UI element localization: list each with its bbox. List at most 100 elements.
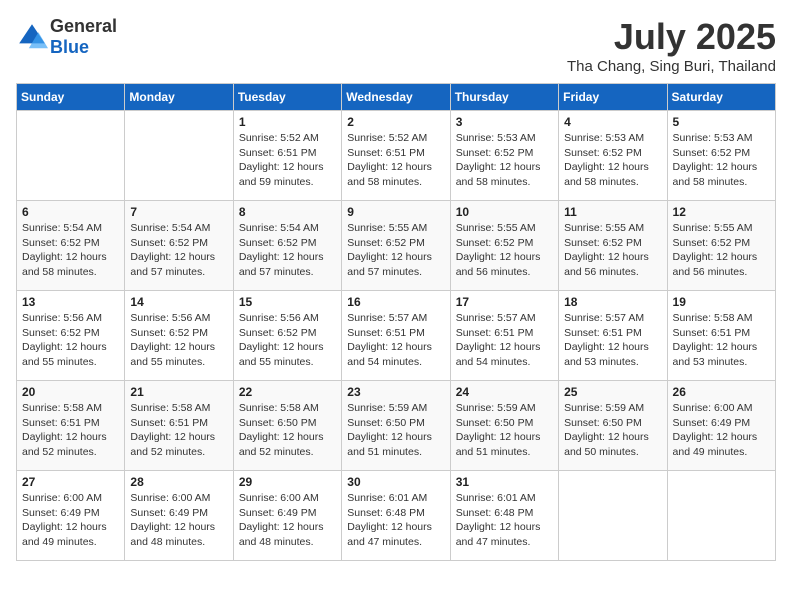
logo-text-blue: Blue [50, 37, 89, 57]
day-detail: Sunrise: 6:01 AMSunset: 6:48 PMDaylight:… [347, 491, 444, 550]
day-header-sunday: Sunday [17, 84, 125, 111]
day-number: 4 [564, 115, 661, 129]
day-header-wednesday: Wednesday [342, 84, 450, 111]
day-number: 13 [22, 295, 119, 309]
day-detail: Sunrise: 5:55 AMSunset: 6:52 PMDaylight:… [347, 221, 444, 280]
calendar-cell: 9 Sunrise: 5:55 AMSunset: 6:52 PMDaylight… [342, 201, 450, 291]
day-detail: Sunrise: 6:01 AMSunset: 6:48 PMDaylight:… [456, 491, 553, 550]
calendar-week-3: 13 Sunrise: 5:56 AMSunset: 6:52 PMDayligh… [17, 291, 776, 381]
calendar-cell: 4 Sunrise: 5:53 AMSunset: 6:52 PMDaylight… [559, 111, 667, 201]
day-number: 17 [456, 295, 553, 309]
calendar-header-row: SundayMondayTuesdayWednesdayThursdayFrid… [17, 84, 776, 111]
calendar-cell: 6 Sunrise: 5:54 AMSunset: 6:52 PMDaylight… [17, 201, 125, 291]
calendar-cell: 8Sunrise: 5:54 AMSunset: 6:52 PMDaylight… [233, 201, 341, 291]
day-number: 26 [673, 385, 770, 399]
day-detail: Sunrise: 6:00 AMSunset: 6:49 PMDaylight:… [130, 491, 227, 550]
day-number: 31 [456, 475, 553, 489]
day-number: 8 [239, 205, 336, 219]
day-detail: Sunrise: 5:58 AMSunset: 6:51 PMDaylight:… [130, 401, 227, 460]
calendar-cell [559, 471, 667, 561]
calendar-week-4: 20 Sunrise: 5:58 AMSunset: 6:51 PMDayligh… [17, 381, 776, 471]
day-detail: Sunrise: 5:58 AMSunset: 6:51 PMDaylight:… [673, 311, 770, 370]
day-number: 16 [347, 295, 444, 309]
day-detail: Sunrise: 6:00 AMSunset: 6:49 PMDaylight:… [22, 491, 119, 550]
day-number: 21 [130, 385, 227, 399]
day-number: 15 [239, 295, 336, 309]
day-number: 9 [347, 205, 444, 219]
day-header-monday: Monday [125, 84, 233, 111]
day-detail: Sunrise: 6:00 AMSunset: 6:49 PMDaylight:… [673, 401, 770, 460]
calendar-table: SundayMondayTuesdayWednesdayThursdayFrid… [16, 83, 776, 561]
calendar-cell: 21 Sunrise: 5:58 AMSunset: 6:51 PMDayligh… [125, 381, 233, 471]
day-number: 2 [347, 115, 444, 129]
day-number: 1 [239, 115, 336, 129]
calendar-cell: 15 Sunrise: 5:56 AMSunset: 6:52 PMDayligh… [233, 291, 341, 381]
calendar-cell: 13 Sunrise: 5:56 AMSunset: 6:52 PMDayligh… [17, 291, 125, 381]
calendar-cell [17, 111, 125, 201]
day-header-saturday: Saturday [667, 84, 775, 111]
day-detail: Sunrise: 5:53 AMSunset: 6:52 PMDaylight:… [456, 131, 553, 190]
day-detail: Sunrise: 5:54 AMSunset: 6:52 PMDaylight:… [22, 221, 119, 280]
day-detail: Sunrise: 5:57 AMSunset: 6:51 PMDaylight:… [347, 311, 444, 370]
calendar-cell: 27 Sunrise: 6:00 AMSunset: 6:49 PMDayligh… [17, 471, 125, 561]
day-detail: Sunrise: 5:58 AMSunset: 6:51 PMDaylight:… [22, 401, 119, 460]
day-detail: Sunrise: 6:00 AMSunset: 6:49 PMDaylight:… [239, 491, 336, 550]
day-number: 18 [564, 295, 661, 309]
calendar-cell: 12Sunrise: 5:55 AMSunset: 6:52 PMDayligh… [667, 201, 775, 291]
logo: General Blue [16, 16, 117, 58]
day-number: 23 [347, 385, 444, 399]
day-number: 11 [564, 205, 661, 219]
calendar-cell: 7Sunrise: 5:54 AMSunset: 6:52 PMDaylight… [125, 201, 233, 291]
day-number: 5 [673, 115, 770, 129]
day-detail: Sunrise: 5:59 AMSunset: 6:50 PMDaylight:… [347, 401, 444, 460]
calendar-cell: 14 Sunrise: 5:56 AMSunset: 6:52 PMDayligh… [125, 291, 233, 381]
day-header-friday: Friday [559, 84, 667, 111]
main-title: July 2025 [567, 16, 776, 58]
day-detail: Sunrise: 5:57 AMSunset: 6:51 PMDaylight:… [456, 311, 553, 370]
calendar-cell: 25Sunrise: 5:59 AMSunset: 6:50 PMDayligh… [559, 381, 667, 471]
calendar-cell: 20 Sunrise: 5:58 AMSunset: 6:51 PMDayligh… [17, 381, 125, 471]
day-detail: Sunrise: 5:58 AMSunset: 6:50 PMDaylight:… [239, 401, 336, 460]
day-detail: Sunrise: 5:55 AMSunset: 6:52 PMDaylight:… [456, 221, 553, 280]
calendar-cell: 19 Sunrise: 5:58 AMSunset: 6:51 PMDayligh… [667, 291, 775, 381]
calendar-cell: 30Sunrise: 6:01 AMSunset: 6:48 PMDayligh… [342, 471, 450, 561]
calendar-cell [667, 471, 775, 561]
day-number: 19 [673, 295, 770, 309]
day-number: 7 [130, 205, 227, 219]
logo-text-general: General [50, 16, 117, 36]
day-detail: Sunrise: 5:56 AMSunset: 6:52 PMDaylight:… [22, 311, 119, 370]
day-number: 25 [564, 385, 661, 399]
day-number: 14 [130, 295, 227, 309]
sub-title: Tha Chang, Sing Buri, Thailand [567, 58, 776, 75]
calendar-cell: 1 Sunrise: 5:52 AMSunset: 6:51 PMDaylight… [233, 111, 341, 201]
day-header-tuesday: Tuesday [233, 84, 341, 111]
day-detail: Sunrise: 5:53 AMSunset: 6:52 PMDaylight:… [673, 131, 770, 190]
calendar-cell: 2Sunrise: 5:52 AMSunset: 6:51 PMDaylight… [342, 111, 450, 201]
day-detail: Sunrise: 5:56 AMSunset: 6:52 PMDaylight:… [130, 311, 227, 370]
calendar-week-5: 27 Sunrise: 6:00 AMSunset: 6:49 PMDayligh… [17, 471, 776, 561]
day-detail: Sunrise: 5:56 AMSunset: 6:52 PMDaylight:… [239, 311, 336, 370]
day-detail: Sunrise: 5:55 AMSunset: 6:52 PMDaylight:… [673, 221, 770, 280]
calendar-cell: 31 Sunrise: 6:01 AMSunset: 6:48 PMDayligh… [450, 471, 558, 561]
calendar-cell: 22 Sunrise: 5:58 AMSunset: 6:50 PMDayligh… [233, 381, 341, 471]
calendar-cell: 5 Sunrise: 5:53 AMSunset: 6:52 PMDaylight… [667, 111, 775, 201]
calendar-cell: 3 Sunrise: 5:53 AMSunset: 6:52 PMDaylight… [450, 111, 558, 201]
day-number: 28 [130, 475, 227, 489]
day-number: 20 [22, 385, 119, 399]
day-number: 27 [22, 475, 119, 489]
calendar-cell: 24 Sunrise: 5:59 AMSunset: 6:50 PMDayligh… [450, 381, 558, 471]
day-number: 6 [22, 205, 119, 219]
day-number: 29 [239, 475, 336, 489]
day-detail: Sunrise: 5:53 AMSunset: 6:52 PMDaylight:… [564, 131, 661, 190]
calendar-week-2: 6 Sunrise: 5:54 AMSunset: 6:52 PMDaylight… [17, 201, 776, 291]
day-number: 24 [456, 385, 553, 399]
calendar-cell: 28 Sunrise: 6:00 AMSunset: 6:49 PMDayligh… [125, 471, 233, 561]
calendar-cell: 29 Sunrise: 6:00 AMSunset: 6:49 PMDayligh… [233, 471, 341, 561]
logo-icon [16, 21, 48, 53]
day-detail: Sunrise: 5:57 AMSunset: 6:51 PMDaylight:… [564, 311, 661, 370]
calendar-cell: 16 Sunrise: 5:57 AMSunset: 6:51 PMDayligh… [342, 291, 450, 381]
day-number: 3 [456, 115, 553, 129]
day-number: 22 [239, 385, 336, 399]
day-detail: Sunrise: 5:59 AMSunset: 6:50 PMDaylight:… [456, 401, 553, 460]
day-detail: Sunrise: 5:52 AMSunset: 6:51 PMDaylight:… [239, 131, 336, 190]
